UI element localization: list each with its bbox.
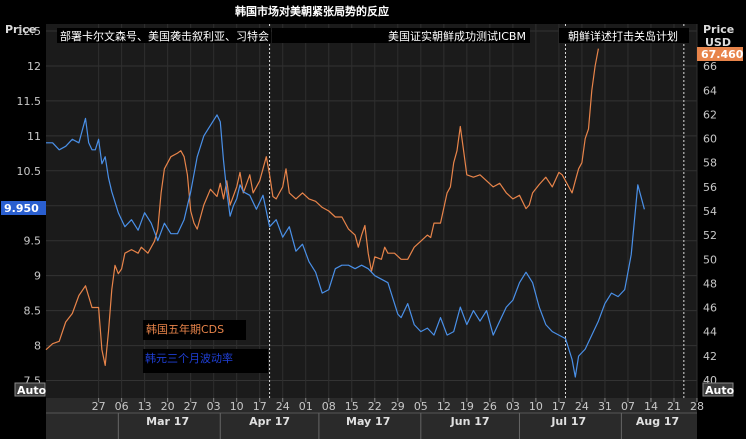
right-tick-label: 50 [703, 253, 717, 266]
x-month-label: Apr 17 [249, 415, 290, 428]
right-tick-label: 58 [703, 157, 717, 170]
x-tick-label: 19 [460, 400, 474, 413]
x-tick-label: 01 [299, 400, 313, 413]
x-tick-label: 29 [391, 400, 405, 413]
x-tick-label: 12 [437, 400, 451, 413]
legend-cds-label: 韩国五年期CDS [146, 322, 224, 336]
x-tick-label: 21 [667, 400, 681, 413]
right-tick-label: 60 [703, 133, 717, 146]
x-tick-label: 27 [92, 400, 106, 413]
x-tick-label: 07 [621, 400, 635, 413]
x-tick-label: 20 [161, 400, 175, 413]
right-tick-label: 66 [703, 60, 717, 73]
x-tick-label: 22 [368, 400, 382, 413]
x-tick-label: 17 [552, 400, 566, 413]
x-tick-label: 03 [207, 400, 221, 413]
x-tick-label: 10 [230, 400, 244, 413]
right-auto-label: Auto [705, 384, 735, 397]
legend-vol-label: 韩元三个月波动率 [145, 351, 233, 365]
x-tick-label: 03 [506, 400, 520, 413]
x-month-label: May 17 [346, 415, 390, 428]
x-tick-label: 24 [575, 400, 589, 413]
left-tick-label: 9.5 [24, 235, 42, 248]
x-tick-label: 28 [690, 400, 704, 413]
x-tick-label: 27 [184, 400, 198, 413]
right-tick-label: 46 [703, 302, 717, 315]
x-month-label: Jul 17 [550, 415, 586, 428]
chart-root: 韩国市场对美朝紧张局势的反应 Price Price USD 12.51211.… [0, 0, 746, 439]
right-tick-label: 44 [703, 326, 717, 339]
plot-area [46, 24, 697, 398]
x-tick-label: 31 [598, 400, 612, 413]
x-month-label: Mar 17 [146, 415, 189, 428]
right-tick-label: 56 [703, 181, 717, 194]
x-tick-label: 14 [644, 400, 658, 413]
right-tick-label: 42 [703, 350, 717, 363]
x-tick-label: 05 [414, 400, 428, 413]
x-tick-label: 08 [322, 400, 336, 413]
x-tick-label: 17 [253, 400, 267, 413]
right-tick-label: 54 [703, 205, 717, 218]
right-last-value: 67.460 [701, 48, 744, 61]
x-tick-label: 26 [483, 400, 497, 413]
right-tick-label: 62 [703, 108, 717, 121]
x-tick-label: 10 [529, 400, 543, 413]
event-label-2: 美国证实朝鲜成功测试ICBM [388, 29, 526, 43]
left-tick-label: 11.5 [17, 95, 42, 108]
left-tick-label: 8.5 [24, 305, 42, 318]
left-tick-label: 12.5 [17, 25, 42, 38]
left-tick-label: 12 [27, 60, 41, 73]
chart-title: 韩国市场对美朝紧张局势的反应 [235, 4, 389, 18]
x-tick-label: 15 [345, 400, 359, 413]
left-tick-label: 11 [27, 130, 41, 143]
right-tick-label: 52 [703, 229, 717, 242]
x-tick-label: 06 [115, 400, 129, 413]
right-axis-title: Price [703, 23, 734, 36]
left-tick-label: 9 [34, 270, 41, 283]
x-month-label: Jun 17 [450, 415, 490, 428]
right-tick-label: 48 [703, 277, 717, 290]
left-last-value: 9.950 [4, 202, 39, 215]
left-auto-label: Auto [17, 384, 47, 397]
event-label-3: 朝鲜详述打击关岛计划 [568, 29, 678, 43]
event-label-1: 部署卡尔文森号、美国袭击叙利亚、习特会 [60, 29, 269, 43]
x-tick-label: 24 [276, 400, 290, 413]
left-tick-label: 8 [34, 340, 41, 353]
right-tick-label: 64 [703, 84, 717, 97]
x-month-label: Aug 17 [636, 415, 679, 428]
left-tick-label: 10.5 [17, 165, 42, 178]
x-tick-label: 13 [138, 400, 152, 413]
